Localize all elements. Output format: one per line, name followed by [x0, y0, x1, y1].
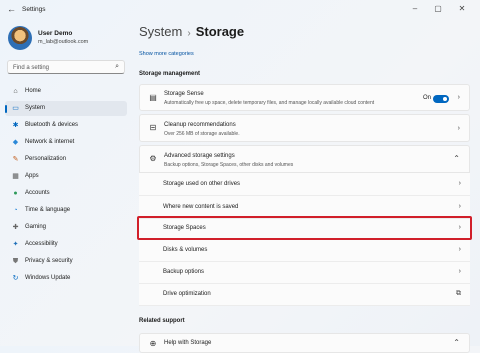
chevron-right-icon: › — [457, 125, 460, 132]
gaming-icon: ✚ — [12, 224, 19, 231]
advanced-storage-title: Advanced storage settings — [164, 153, 235, 159]
apps-icon: ▦ — [12, 173, 19, 180]
chevron-up-icon: ⌃ — [453, 154, 460, 163]
sidebar-item-accounts[interactable]: ● Accounts — [5, 186, 127, 201]
user-name: User Demo — [38, 30, 73, 37]
sidebar-item-personalization[interactable]: ✎ Personalization — [5, 152, 127, 167]
advanced-item-label: Disks & volumes — [163, 246, 208, 253]
storage-sense-toggle-label: On — [422, 95, 431, 101]
section-title-storage-management: Storage management — [139, 71, 201, 77]
sidebar-item-label: Apps — [25, 173, 39, 179]
sidebar-item-time-language[interactable]: ◔ Time & language — [5, 203, 127, 218]
app-title: Settings — [22, 6, 46, 13]
search-placeholder: Find a setting — [13, 64, 50, 71]
help-with-storage-row[interactable]: ⊕ Help with Storage ⌃ — [139, 333, 470, 353]
maximize-icon[interactable]: ▢ — [432, 4, 444, 13]
bluetooth-icon: ✱ — [12, 122, 19, 129]
personalization-icon: ✎ — [12, 156, 19, 163]
home-icon: ⌂ — [13, 88, 18, 95]
sidebar-item-label: Bluetooth & devices — [25, 122, 79, 128]
help-with-storage-title: Help with Storage — [164, 340, 212, 346]
shield-icon: ⛊ — [12, 258, 19, 265]
title-bar: ← Settings – ▢ ✕ — [0, 0, 480, 22]
storage-sense-icon: ▤ — [149, 93, 157, 102]
globe-icon: ⊕ — [149, 339, 157, 348]
chevron-right-icon: › — [458, 245, 461, 253]
storage-sense-row[interactable]: ▤ Storage Sense Automatically free up sp… — [139, 84, 470, 111]
close-icon[interactable]: ✕ — [456, 4, 468, 13]
storage-sense-subtitle: Automatically free up space, delete temp… — [164, 100, 375, 106]
advanced-item-disks-volumes[interactable]: Disks & volumes › — [139, 239, 470, 262]
network-icon: ◆ — [12, 139, 19, 146]
cleanup-subtitle: Over 256 MB of storage available. — [164, 131, 240, 137]
sidebar-item-system[interactable]: ▭ System — [5, 101, 127, 116]
sidebar-item-label: Home — [25, 88, 42, 94]
sidebar-item-label: Privacy & security — [25, 258, 73, 264]
system-icon: ▭ — [12, 105, 19, 112]
section-title-related-support: Related support — [139, 318, 185, 324]
chevron-right-icon: › — [457, 94, 460, 101]
sidebar-item-label: Accessibility — [25, 241, 58, 247]
advanced-item-backup-options[interactable]: Backup options › — [139, 262, 470, 284]
sidebar-item-home[interactable]: ⌂ Home — [5, 84, 127, 99]
sidebar-item-privacy-security[interactable]: ⛊ Privacy & security — [5, 254, 127, 269]
show-more-categories-link[interactable]: Show more categories — [139, 51, 194, 57]
sidebar-item-label: Time & language — [25, 207, 71, 213]
sidebar-item-gaming[interactable]: ✚ Gaming — [5, 220, 127, 235]
sidebar-item-label: Windows Update — [25, 275, 71, 281]
breadcrumb-separator: › — [187, 28, 191, 39]
user-email: m_lab@outlook.com — [38, 39, 89, 45]
cleanup-title: Cleanup recommendations — [164, 122, 236, 128]
sidebar-item-label: Gaming — [25, 224, 47, 230]
accessibility-icon: ✦ — [12, 241, 19, 248]
storage-sense-title: Storage Sense — [164, 91, 204, 97]
back-arrow-icon[interactable]: ← — [7, 4, 16, 14]
search-icon[interactable]: ⌕ — [115, 63, 119, 71]
cleanup-icon: ⊟ — [149, 123, 157, 132]
sidebar-item-label: System — [25, 105, 46, 111]
advanced-item-label: Drive optimization — [163, 291, 211, 297]
advanced-storage-settings-row[interactable]: ⚙ Advanced storage settings Backup optio… — [139, 145, 470, 173]
advanced-item-label: Storage used on other drives — [163, 180, 241, 187]
search-input[interactable]: Find a setting ⌕ — [7, 60, 125, 74]
sidebar-item-label: Network & internet — [25, 139, 75, 145]
storage-spaces-highlight — [137, 216, 472, 240]
sidebar-item-label: Accounts — [25, 190, 50, 196]
storage-sense-toggle[interactable] — [433, 95, 449, 103]
advanced-item-label: Backup options — [163, 269, 205, 275]
chevron-right-icon: › — [458, 202, 461, 210]
minimize-icon[interactable]: – — [409, 4, 421, 13]
sidebar-item-label: Personalization — [25, 156, 67, 162]
external-link-icon: ⧉ — [456, 290, 461, 297]
breadcrumb: System › Storage — [139, 24, 244, 39]
sidebar-item-bluetooth-devices[interactable]: ✱ Bluetooth & devices — [5, 118, 127, 133]
chevron-right-icon: › — [458, 268, 461, 275]
advanced-item-storage-used-on-other-drives[interactable]: Storage used on other drives › — [139, 173, 470, 196]
sidebar-item-accessibility[interactable]: ✦ Accessibility — [5, 237, 127, 252]
windows-update-icon: ↻ — [12, 275, 19, 282]
advanced-storage-subtitle: Backup options, Storage Spaces, other di… — [164, 162, 294, 168]
breadcrumb-parent[interactable]: System — [139, 24, 182, 39]
accounts-icon: ● — [13, 190, 18, 197]
avatar[interactable] — [8, 26, 32, 50]
sidebar-item-windows-update[interactable]: ↻ Windows Update — [5, 271, 127, 286]
sidebar-item-network-internet[interactable]: ◆ Network & internet — [5, 135, 127, 150]
advanced-item-drive-optimization[interactable]: Drive optimization ⧉ — [139, 284, 470, 306]
sidebar-item-apps[interactable]: ▦ Apps — [5, 169, 127, 184]
cleanup-recommendations-row[interactable]: ⊟ Cleanup recommendations Over 256 MB of… — [139, 114, 470, 142]
time-language-icon: ◔ — [13, 207, 18, 214]
gear-icon: ⚙ — [149, 154, 157, 163]
page-title: Storage — [195, 24, 245, 39]
chevron-right-icon: › — [458, 179, 461, 187]
active-indicator — [5, 105, 7, 113]
advanced-item-label: Where new content is saved — [163, 203, 239, 210]
